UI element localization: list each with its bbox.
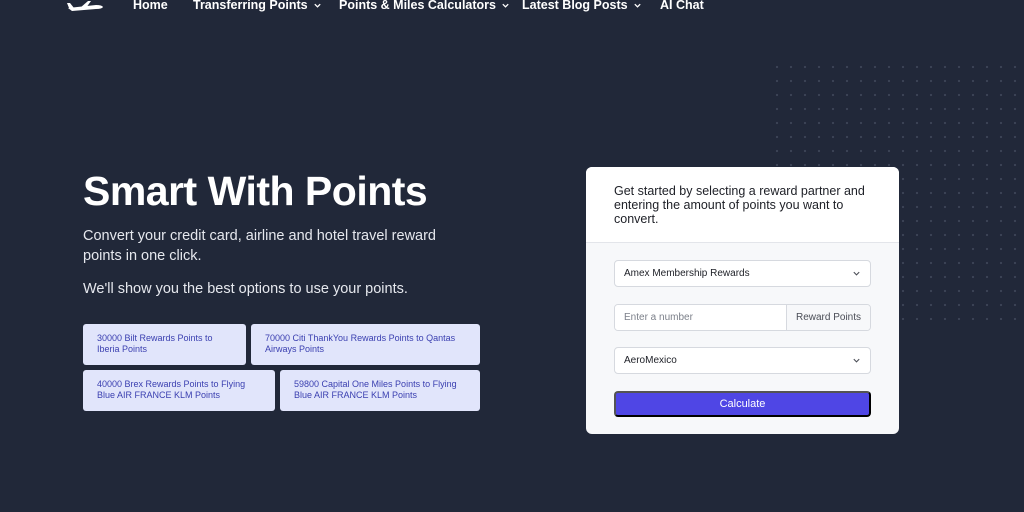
nav-blog-posts-label: Latest Blog Posts — [522, 0, 628, 12]
nav-calculators-label: Points & Miles Calculators — [339, 0, 496, 12]
nav-ai-chat-label: AI Chat — [660, 0, 704, 12]
chevron-down-icon — [853, 358, 860, 363]
nav-calculators[interactable]: Points & Miles Calculators — [339, 0, 510, 12]
nav-home-label: Home — [133, 0, 168, 12]
calculate-button[interactable]: Calculate — [614, 391, 871, 417]
nav-transferring-points[interactable]: Transferring Points — [193, 0, 322, 12]
hero-title: Smart With Points — [83, 168, 428, 214]
chevron-down-icon — [313, 3, 321, 8]
nav-ai-chat[interactable]: AI Chat — [660, 0, 704, 12]
chevron-down-icon — [853, 271, 860, 276]
calculator-intro: Get started by selecting a reward partne… — [614, 184, 865, 226]
calculator-header: Get started by selecting a reward partne… — [586, 167, 899, 243]
top-nav: Home Transferring Points Points & Miles … — [0, 0, 1024, 14]
calculator-card: Get started by selecting a reward partne… — [586, 167, 899, 434]
hero-subtitle-secondary: We'll show you the best options to use y… — [83, 281, 408, 297]
nav-blog-posts[interactable]: Latest Blog Posts — [522, 0, 642, 12]
to-program-select[interactable]: AeroMexico — [614, 347, 871, 374]
from-program-select[interactable]: Amex Membership Rewards — [614, 260, 871, 287]
from-program-value: Amex Membership Rewards — [624, 268, 750, 279]
points-amount-input[interactable] — [615, 305, 786, 330]
airplane-logo-icon[interactable] — [66, 0, 106, 14]
quick-link-chip[interactable]: 59800 Capital One Miles Points to Flying… — [280, 370, 480, 411]
to-program-value: AeroMexico — [624, 355, 677, 366]
hero-subtitle: Convert your credit card, airline and ho… — [83, 228, 436, 264]
reward-points-addon: Reward Points — [786, 305, 870, 330]
points-amount-group: Reward Points — [614, 304, 871, 331]
quick-link-chip[interactable]: 40000 Brex Rewards Points to Flying Blue… — [83, 370, 275, 411]
quick-link-chip[interactable]: 70000 Citi ThankYou Rewards Points to Qa… — [251, 324, 480, 365]
quick-link-chip[interactable]: 30000 Bilt Rewards Points to Iberia Poin… — [83, 324, 246, 365]
nav-home[interactable]: Home — [133, 0, 168, 12]
chevron-down-icon — [633, 3, 641, 8]
chevron-down-icon — [502, 3, 509, 8]
nav-transferring-points-label: Transferring Points — [193, 0, 308, 12]
